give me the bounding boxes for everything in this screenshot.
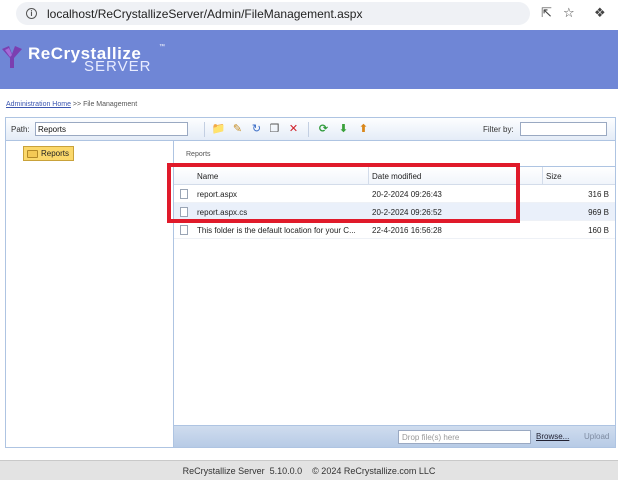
breadcrumb-separator: >> — [72, 101, 82, 108]
drop-zone[interactable]: Drop file(s) here — [398, 430, 531, 444]
rename-icon[interactable]: ✎ — [230, 122, 245, 137]
breadcrumb-current: File Management — [83, 101, 138, 108]
explorer-toolbar: Path: 📁 ✎ ↻ ❐ ✕ ⟳ ⬇ ⬆ Filter by: — [6, 118, 615, 141]
upload-bar: Drop file(s) here Browse... Upload — [174, 425, 615, 447]
browser-chrome: i localhost/ReCrystallizeServer/Admin/Fi… — [0, 0, 618, 28]
table-row[interactable]: This folder is the default location for … — [174, 221, 615, 239]
refresh-icon[interactable]: ↻ — [249, 122, 264, 137]
file-size: 160 B — [588, 226, 609, 235]
browse-button[interactable]: Browse... — [536, 432, 569, 441]
highlight-box — [167, 163, 520, 223]
info-icon[interactable]: i — [26, 8, 37, 19]
logo-subtext: SERVER — [84, 58, 152, 75]
reload-icon[interactable]: ⟳ — [316, 122, 331, 137]
download-icon[interactable]: ⬇ — [336, 122, 351, 137]
upload-button[interactable]: Upload — [584, 432, 609, 441]
address-url[interactable]: localhost/ReCrystallizeServer/Admin/File… — [47, 7, 362, 21]
delete-icon[interactable]: ✕ — [286, 122, 301, 137]
file-size: 316 B — [588, 190, 609, 199]
breadcrumb: Administration Home >> File Management — [6, 101, 137, 108]
file-size: 969 B — [588, 208, 609, 217]
copy-icon[interactable]: ❐ — [267, 122, 282, 137]
file-icon — [180, 225, 188, 235]
breadcrumb-home-link[interactable]: Administration Home — [6, 101, 71, 108]
logo-icon — [2, 46, 22, 68]
folder-icon — [27, 149, 38, 158]
new-folder-icon[interactable]: 📁 — [211, 122, 226, 137]
page-footer: ReCrystallize Server 5.10.0.0 © 2024 ReC… — [0, 460, 618, 480]
column-header-size[interactable]: Size — [546, 172, 562, 181]
path-label: Path: — [11, 125, 30, 134]
upload-icon[interactable]: ⬆ — [356, 122, 371, 137]
grid-current-path: Reports — [186, 151, 211, 158]
share-icon[interactable]: ⇱ — [541, 6, 552, 20]
file-date: 22-4-2016 16:56:28 — [372, 226, 442, 235]
logo-trademark: ™ — [159, 44, 165, 50]
path-input[interactable] — [35, 122, 188, 136]
star-icon[interactable]: ☆ — [563, 6, 575, 20]
filter-label: Filter by: — [483, 125, 514, 134]
tree-node-label: Reports — [41, 149, 70, 158]
extension-icon[interactable]: ❖ — [594, 6, 606, 20]
filter-input[interactable] — [520, 122, 607, 136]
folder-tree: Reports — [6, 141, 174, 447]
header-banner: ReCrystallize ™ SERVER — [0, 30, 618, 89]
address-bar[interactable]: i localhost/ReCrystallizeServer/Admin/Fi… — [16, 2, 530, 25]
file-name: This folder is the default location for … — [197, 226, 356, 235]
tree-node-reports[interactable]: Reports — [23, 146, 75, 161]
